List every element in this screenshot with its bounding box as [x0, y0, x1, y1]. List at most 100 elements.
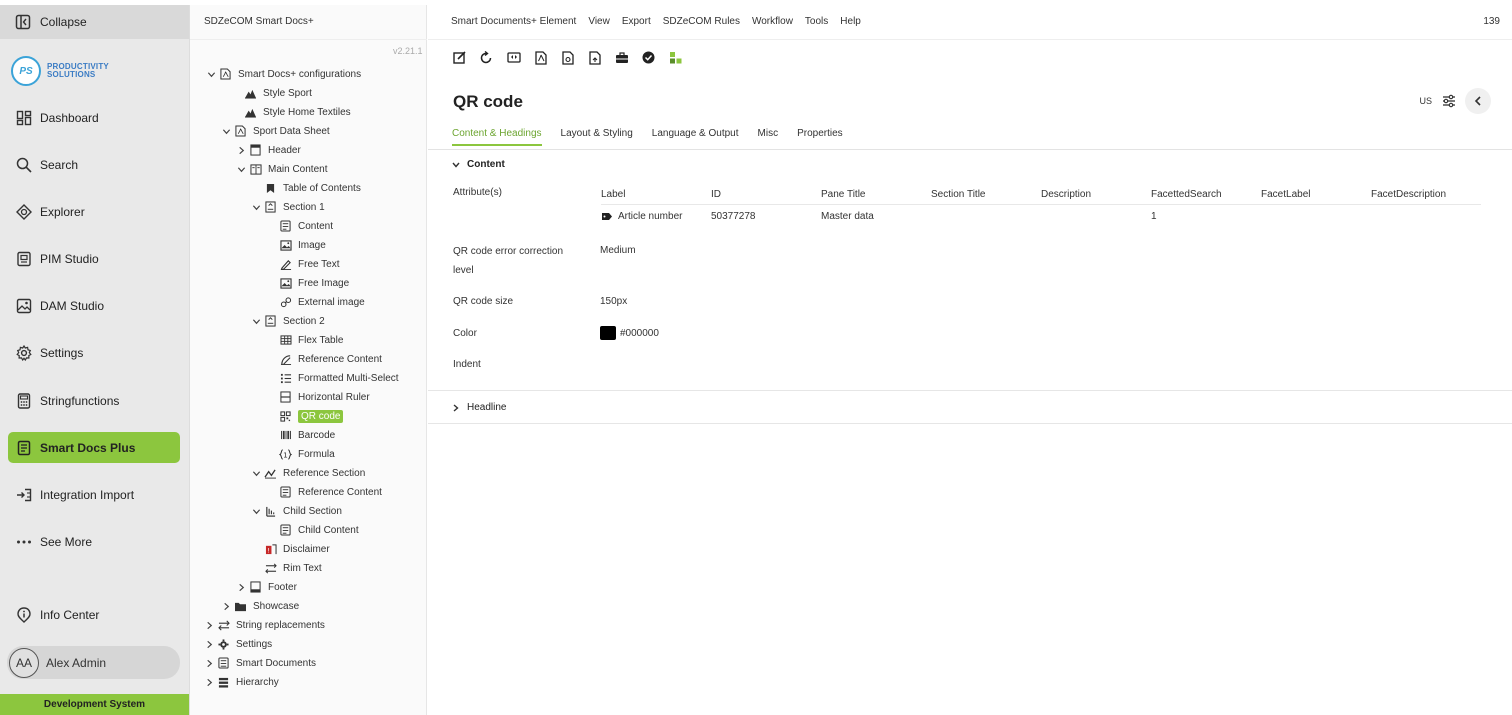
chevron-down-icon[interactable]: [251, 202, 261, 212]
tree-node[interactable]: Section 1: [251, 198, 325, 216]
chevron-right-icon[interactable]: [236, 582, 246, 592]
tree-node[interactable]: Child Section: [251, 502, 342, 520]
color-field[interactable]: #000000: [600, 326, 659, 340]
tree-node[interactable]: Footer: [236, 578, 297, 596]
collapse-panel-button[interactable]: [1465, 88, 1491, 114]
chevron-down-icon[interactable]: [251, 506, 261, 516]
nav-item-settings[interactable]: Settings: [8, 337, 180, 368]
chevron-down-icon[interactable]: [251, 468, 261, 478]
tree-node[interactable]: String replacements: [204, 616, 325, 634]
filter-settings-icon[interactable]: [1442, 94, 1456, 108]
menu-view[interactable]: View: [588, 16, 610, 27]
compare-button[interactable]: [505, 49, 522, 66]
menu-export[interactable]: Export: [622, 16, 651, 27]
tree-node[interactable]: Showcase: [221, 597, 299, 615]
qr-size-value[interactable]: 150px: [600, 296, 627, 307]
chevron-down-icon[interactable]: [221, 126, 231, 136]
nav-item-dam-studio[interactable]: DAM Studio: [8, 290, 180, 321]
nav-item-dashboard[interactable]: Dashboard: [8, 102, 180, 133]
tree-node[interactable]: Free Text: [266, 255, 340, 273]
tree-node[interactable]: Hierarchy: [204, 673, 279, 691]
tree-node[interactable]: Smart Docs+ configurations: [206, 65, 361, 83]
menu-sdzecom-rules[interactable]: SDZeCOM Rules: [663, 16, 740, 27]
nav-item-see-more[interactable]: See More: [8, 526, 180, 557]
tree-node[interactable]: Sport Data Sheet: [221, 122, 330, 140]
tree-node[interactable]: Barcode: [266, 426, 335, 444]
nav-item-smart-docs-plus[interactable]: Smart Docs Plus: [8, 432, 180, 463]
nav-item-search[interactable]: Search: [8, 149, 180, 180]
pdf-export-button[interactable]: [532, 49, 549, 66]
chevron-right-icon[interactable]: [221, 601, 231, 611]
tree-node[interactable]: Content: [266, 217, 333, 235]
tree-node[interactable]: Reference Section: [251, 464, 365, 482]
chevron-down-icon[interactable]: [236, 164, 246, 174]
tree-node[interactable]: Flex Table: [266, 331, 343, 349]
tree-node[interactable]: Style Sport: [231, 84, 312, 102]
tree-node[interactable]: Section 2: [251, 312, 325, 330]
chevron-down-icon[interactable]: [206, 69, 216, 79]
nav-item-explorer[interactable]: Explorer: [8, 196, 180, 227]
tree-node[interactable]: Horizontal Ruler: [266, 388, 370, 406]
tree-node[interactable]: Main Content: [236, 160, 327, 178]
tab-layout-styling[interactable]: Layout & Styling: [561, 128, 633, 146]
chevron-right-icon[interactable]: [204, 677, 214, 687]
tab-properties[interactable]: Properties: [797, 128, 843, 146]
tree-node[interactable]: Reference Content: [266, 350, 382, 368]
briefcase-button[interactable]: [613, 49, 630, 66]
tree-node[interactable]: Free Image: [266, 274, 349, 292]
nav-item-stringfunctions[interactable]: Stringfunctions: [8, 385, 180, 416]
tree-node[interactable]: 1 Formula: [266, 445, 335, 463]
tree-node[interactable]: ! Disclaimer: [251, 540, 330, 558]
user-menu[interactable]: AA Alex Admin: [7, 646, 180, 679]
tab-content-headings[interactable]: Content & Headings: [452, 128, 542, 146]
tree-node[interactable]: Table of Contents: [251, 179, 361, 197]
chevron-right-icon[interactable]: [204, 658, 214, 668]
menu-bar: Smart Documents+ Element View Export SDZ…: [451, 16, 873, 27]
headline-section-toggle[interactable]: Headline: [452, 402, 506, 413]
language-selector[interactable]: US: [1419, 96, 1432, 106]
content-section-toggle[interactable]: Content: [452, 159, 505, 170]
chevron-right-icon[interactable]: [204, 620, 214, 630]
table-row[interactable]: Article number 50377278 Master data 1: [601, 205, 1481, 227]
header-icon: [249, 144, 262, 157]
tree-node[interactable]: Image: [266, 236, 326, 254]
table-icon: [279, 334, 292, 347]
tree-node-label: Formatted Multi-Select: [298, 372, 399, 384]
publish-button[interactable]: [586, 49, 603, 66]
error-correction-value[interactable]: Medium: [600, 245, 636, 256]
nav-label: Dashboard: [40, 110, 99, 125]
preview-button[interactable]: [559, 49, 576, 66]
workflow-button[interactable]: [667, 49, 684, 66]
menu-smart-documents-element[interactable]: Smart Documents+ Element: [451, 16, 576, 27]
nav-item-info-center[interactable]: Info Center: [8, 599, 180, 630]
menu-tools[interactable]: Tools: [805, 16, 828, 27]
approve-button[interactable]: [640, 49, 657, 66]
collapse-button[interactable]: Collapse: [0, 5, 189, 39]
tree-node[interactable]: Header: [236, 141, 301, 159]
document-icon: [17, 440, 31, 455]
chevron-down-icon[interactable]: [251, 316, 261, 326]
nav-item-pim-studio[interactable]: PIM Studio: [8, 243, 180, 274]
attributes-label: Attribute(s): [453, 187, 502, 198]
tab-misc[interactable]: Misc: [758, 128, 779, 146]
tree-node[interactable]: Smart Documents: [204, 654, 316, 672]
divider: [190, 39, 427, 40]
tree-node[interactable]: Rim Text: [251, 559, 322, 577]
tree-node[interactable]: QR code: [266, 407, 344, 425]
chevron-right-icon[interactable]: [204, 639, 214, 649]
pdf-icon: [234, 125, 247, 138]
tree-node[interactable]: Settings: [204, 635, 272, 653]
tree-node[interactable]: Child Content: [266, 521, 359, 539]
reload-button[interactable]: [478, 49, 495, 66]
nav-item-integration-import[interactable]: Integration Import: [8, 479, 180, 510]
tree-node[interactable]: External image: [266, 293, 365, 311]
tab-language-output[interactable]: Language & Output: [652, 128, 739, 146]
menu-help[interactable]: Help: [840, 16, 861, 27]
tree-node[interactable]: Formatted Multi-Select: [266, 369, 399, 387]
chevron-right-icon[interactable]: [236, 145, 246, 155]
reference-icon: [279, 353, 292, 366]
tree-node[interactable]: Reference Content: [266, 483, 382, 501]
menu-workflow[interactable]: Workflow: [752, 16, 793, 27]
tree-node[interactable]: Style Home Textiles: [231, 103, 351, 121]
edit-button[interactable]: [451, 49, 468, 66]
